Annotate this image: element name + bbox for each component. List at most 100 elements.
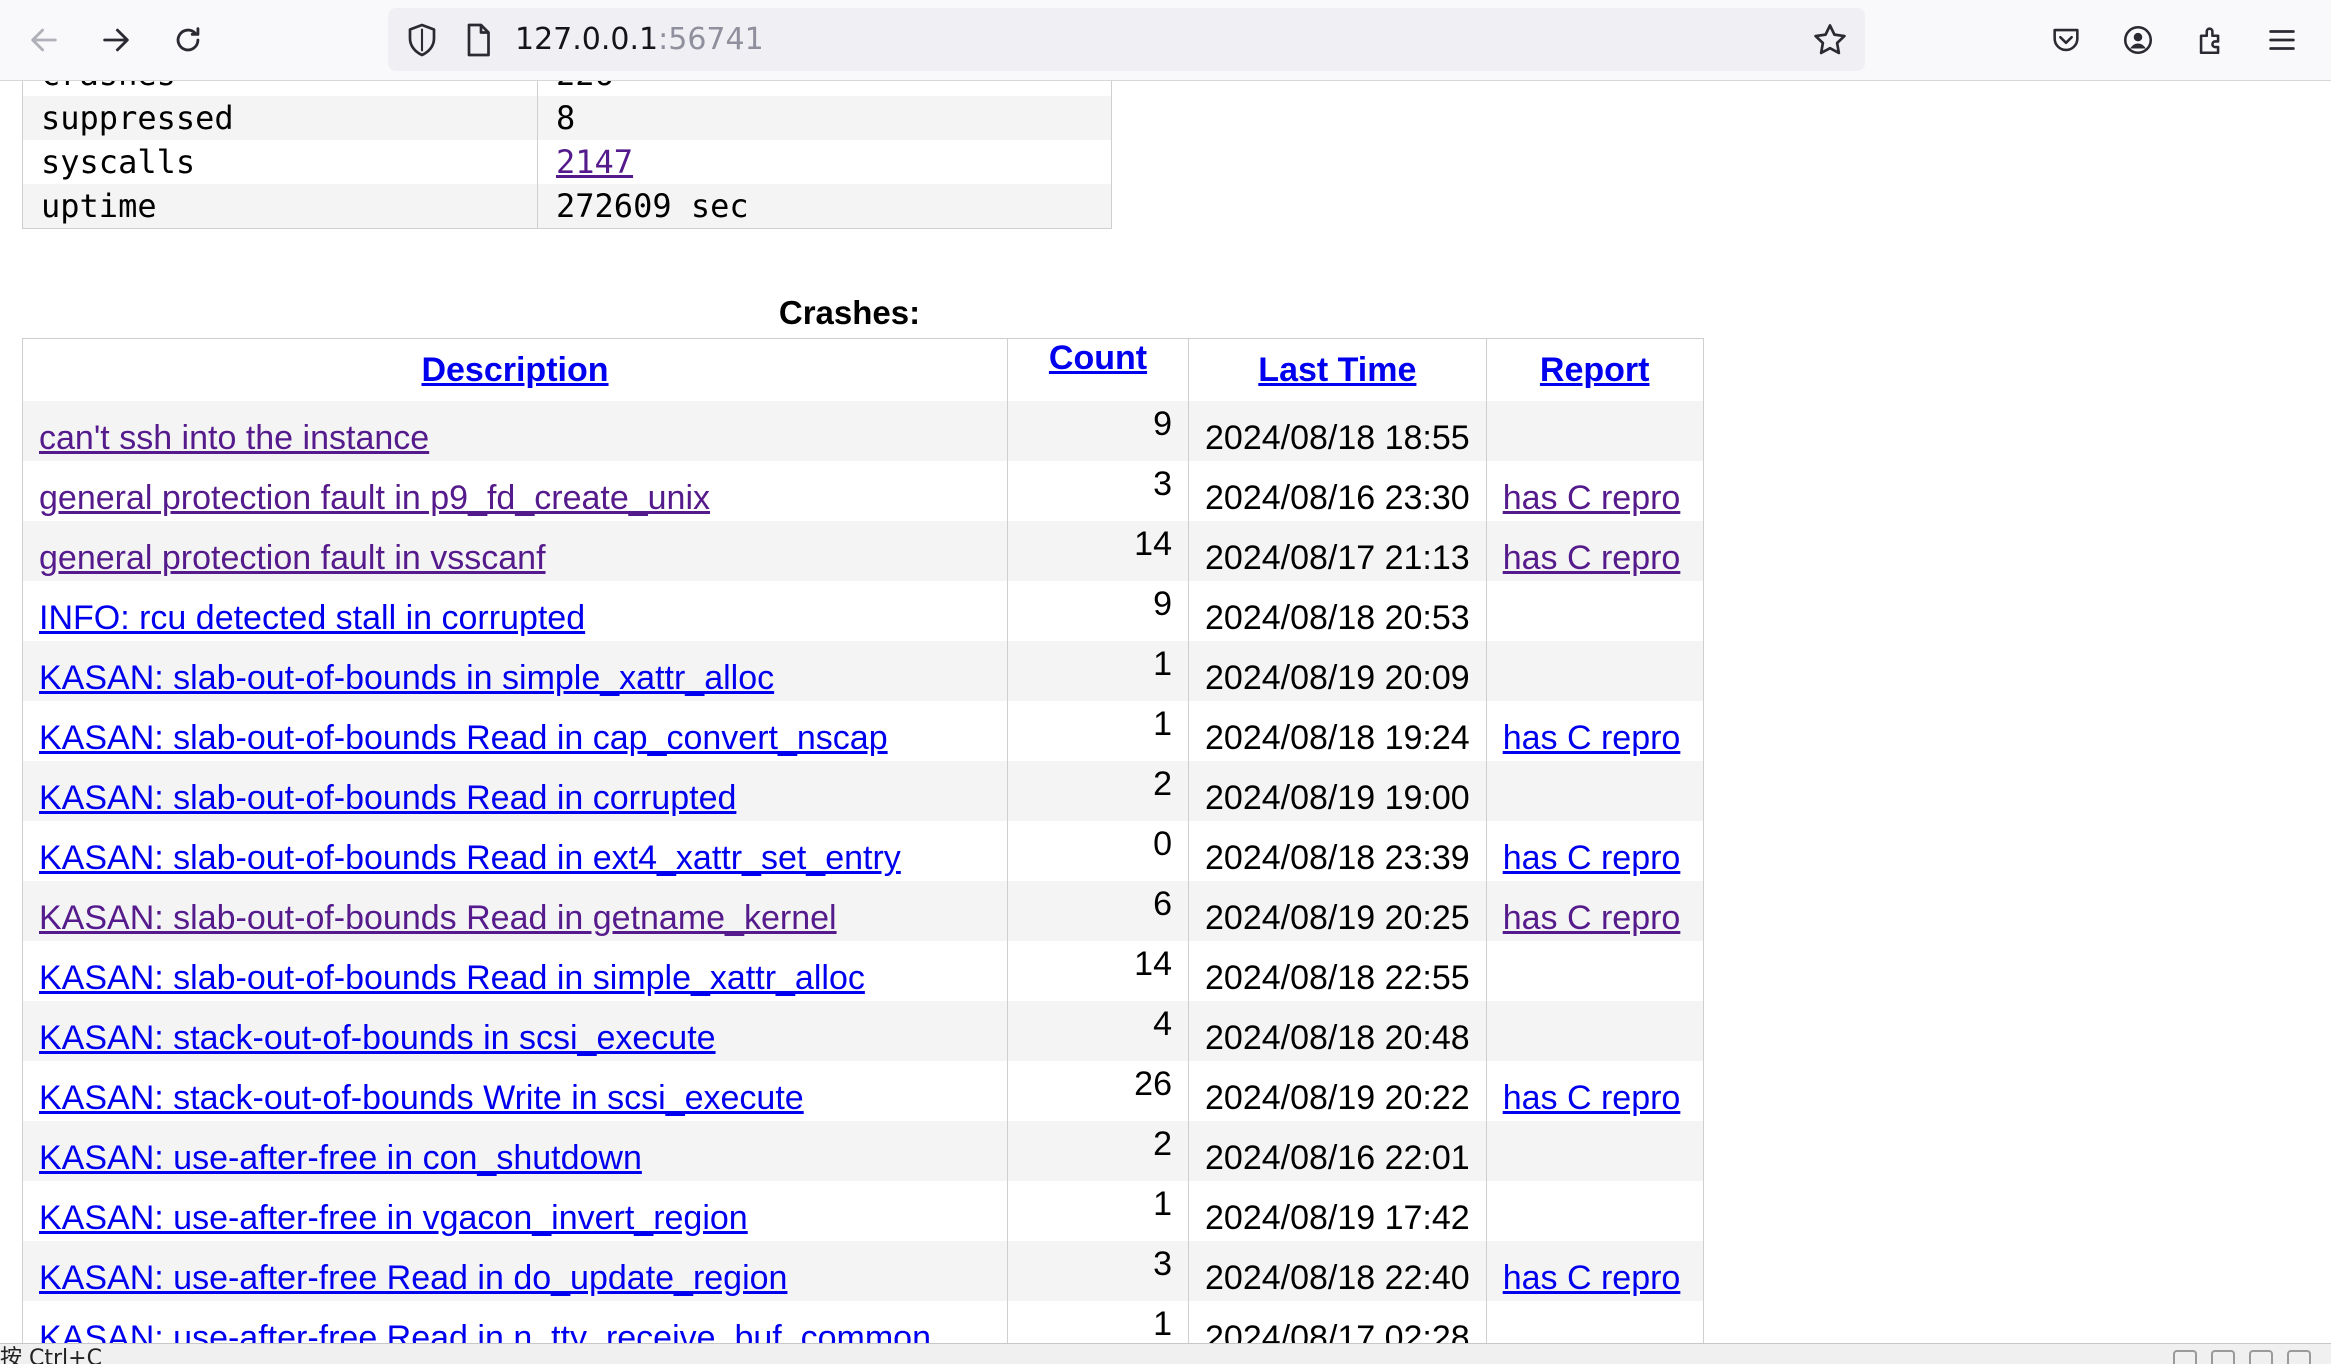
table-row: INFO: rcu detected stall in corrupted 9 20… xyxy=(22,581,1704,641)
stat-key: suppressed xyxy=(22,96,538,140)
table-row: KASAN: slab-out-of-bounds Read in ext4_x… xyxy=(22,821,1704,881)
crash-report-cell xyxy=(1486,1001,1703,1061)
crash-description-cell: KASAN: slab-out-of-bounds Read in corrup… xyxy=(22,761,1008,821)
stat-value[interactable]: 2147 xyxy=(538,140,1112,184)
crash-count: 6 xyxy=(1007,881,1189,941)
crash-last-time: 2024/08/18 22:55 xyxy=(1188,941,1487,1001)
table-row: KASAN: slab-out-of-bounds Read in simple… xyxy=(22,941,1704,1001)
stats-row: syscalls 2147 xyxy=(22,140,1112,184)
header-last-time[interactable]: Last Time xyxy=(1188,338,1487,401)
crash-last-time: 2024/08/19 20:09 xyxy=(1188,641,1487,701)
crash-description-link[interactable]: KASAN: use-after-free Read in do_update_… xyxy=(39,1259,787,1297)
crash-description-link[interactable]: KASAN: use-after-free in con_shutdown xyxy=(39,1139,642,1177)
crash-description-cell: KASAN: use-after-free in con_shutdown xyxy=(22,1121,1008,1181)
header-count[interactable]: Count xyxy=(1007,338,1189,401)
crash-description-link[interactable]: KASAN: slab-out-of-bounds in simple_xatt… xyxy=(39,659,774,697)
crash-description-link[interactable]: KASAN: slab-out-of-bounds Read in simple… xyxy=(39,959,865,997)
crash-description-link[interactable]: general protection fault in vsscanf xyxy=(39,539,546,577)
bookmark-star-icon[interactable] xyxy=(1811,21,1849,59)
pocket-icon[interactable] xyxy=(2044,18,2088,62)
header-description[interactable]: Description xyxy=(22,338,1008,401)
stat-key: syscalls xyxy=(22,140,538,184)
crash-report-link[interactable]: has C repro xyxy=(1503,1079,1681,1117)
crash-count: 1 xyxy=(1007,1301,1189,1343)
crash-report-link[interactable]: has C repro xyxy=(1503,839,1681,877)
reload-icon[interactable] xyxy=(166,18,210,62)
stat-value: 226 xyxy=(538,81,1112,96)
crash-report-cell: has C repro xyxy=(1486,881,1703,941)
account-icon[interactable] xyxy=(2116,18,2160,62)
crash-description-link[interactable]: KASAN: use-after-free Read in n_tty_rece… xyxy=(39,1319,931,1343)
crash-description-link[interactable]: general protection fault in p9_fd_create… xyxy=(39,479,710,517)
status-icon xyxy=(2173,1350,2197,1364)
crash-description-cell: KASAN: slab-out-of-bounds Read in cap_co… xyxy=(22,701,1008,761)
crash-description-link[interactable]: KASAN: slab-out-of-bounds Read in ext4_x… xyxy=(39,839,901,877)
crash-description-link[interactable]: KASAN: slab-out-of-bounds Read in cap_co… xyxy=(39,719,888,757)
table-row: general protection fault in vsscanf 14 202… xyxy=(22,521,1704,581)
url-host: 127.0.0.1 xyxy=(515,22,659,57)
crash-report-cell xyxy=(1486,581,1703,641)
syscalls-link[interactable]: 2147 xyxy=(556,143,633,181)
table-row: KASAN: use-after-free Read in do_update_… xyxy=(22,1241,1704,1301)
crash-last-time: 2024/08/16 22:01 xyxy=(1188,1121,1487,1181)
stats-row: crashes226 xyxy=(22,81,1112,96)
crash-description-link[interactable]: KASAN: slab-out-of-bounds Read in getnam… xyxy=(39,899,837,937)
url-port: :56741 xyxy=(658,22,764,57)
table-row: KASAN: slab-out-of-bounds in simple_xatt… xyxy=(22,641,1704,701)
sort-by-description-link[interactable]: Description xyxy=(421,351,608,389)
crash-count: 4 xyxy=(1007,1001,1189,1061)
crash-report-cell xyxy=(1486,1181,1703,1241)
crash-description-cell: KASAN: use-after-free Read in n_tty_rece… xyxy=(22,1301,1008,1343)
crash-description-link[interactable]: KASAN: slab-out-of-bounds Read in corrup… xyxy=(39,779,736,817)
menu-icon[interactable] xyxy=(2260,18,2304,62)
table-row: KASAN: stack-out-of-bounds in scsi_execu… xyxy=(22,1001,1704,1061)
crash-description-link[interactable]: INFO: rcu detected stall in corrupted xyxy=(39,599,585,637)
header-report[interactable]: Report xyxy=(1486,339,1703,402)
crash-count: 1 xyxy=(1007,641,1189,701)
crash-report-link[interactable]: has C repro xyxy=(1503,899,1681,937)
crash-report-link[interactable]: has C repro xyxy=(1503,539,1681,577)
crash-count: 1 xyxy=(1007,701,1189,761)
crash-report-link[interactable]: has C repro xyxy=(1503,719,1681,757)
crash-report-cell: has C repro xyxy=(1486,701,1703,761)
page-icon[interactable] xyxy=(460,22,496,58)
sort-by-count-link[interactable]: Count xyxy=(1049,339,1147,377)
crashes-header-row: Description Count Last Time Report xyxy=(22,338,1704,402)
crash-report-cell xyxy=(1486,761,1703,821)
sort-by-last-time-link[interactable]: Last Time xyxy=(1258,351,1416,389)
stats-table: crashes226suppressed 8 syscalls 2147 uptime 2… xyxy=(22,81,1112,229)
crash-count: 3 xyxy=(1007,1241,1189,1301)
crash-description-link[interactable]: KASAN: stack-out-of-bounds in scsi_execu… xyxy=(39,1019,716,1057)
sort-by-report-link[interactable]: Report xyxy=(1540,351,1650,389)
status-icon xyxy=(2249,1350,2273,1364)
crash-report-link[interactable]: has C repro xyxy=(1503,1259,1681,1297)
forward-arrow-icon[interactable] xyxy=(94,18,138,62)
crash-count: 9 xyxy=(1007,401,1189,461)
back-arrow-icon[interactable] xyxy=(22,18,66,62)
crashes-caption: Crashes: xyxy=(778,294,921,331)
table-row: KASAN: use-after-free in vgacon_invert_r… xyxy=(22,1181,1704,1241)
crash-last-time: 2024/08/18 20:53 xyxy=(1188,581,1487,641)
crash-last-time: 2024/08/17 02:28 xyxy=(1188,1301,1487,1343)
stat-value: 272609 sec xyxy=(556,187,749,225)
crash-last-time: 2024/08/17 21:13 xyxy=(1188,521,1487,581)
stat-key: crashes xyxy=(22,81,538,96)
crash-description-cell: general protection fault in p9_fd_create… xyxy=(22,461,1008,521)
crash-description-link[interactable]: can't ssh into the instance xyxy=(39,419,429,457)
status-text: 按 Ctrl+C xyxy=(0,1346,102,1364)
crash-count: 3 xyxy=(1007,461,1189,521)
table-row: KASAN: stack-out-of-bounds Write in scsi… xyxy=(22,1061,1704,1121)
url-bar[interactable]: 127.0.0.1:56741 xyxy=(388,8,1865,71)
crash-last-time: 2024/08/19 17:42 xyxy=(1188,1181,1487,1241)
shield-icon[interactable] xyxy=(404,22,440,58)
crash-count: 2 xyxy=(1007,761,1189,821)
crash-count: 14 xyxy=(1007,521,1189,581)
status-icon xyxy=(2211,1350,2235,1364)
url-text[interactable]: 127.0.0.1:56741 xyxy=(515,22,764,58)
crash-description-link[interactable]: KASAN: stack-out-of-bounds Write in scsi… xyxy=(39,1079,804,1117)
crash-report-link[interactable]: has C repro xyxy=(1503,479,1681,517)
crash-description-link[interactable]: KASAN: use-after-free in vgacon_invert_r… xyxy=(39,1199,748,1237)
extensions-icon[interactable] xyxy=(2189,18,2233,62)
stat-value: 8 xyxy=(556,99,576,137)
crash-report-cell xyxy=(1486,641,1703,701)
